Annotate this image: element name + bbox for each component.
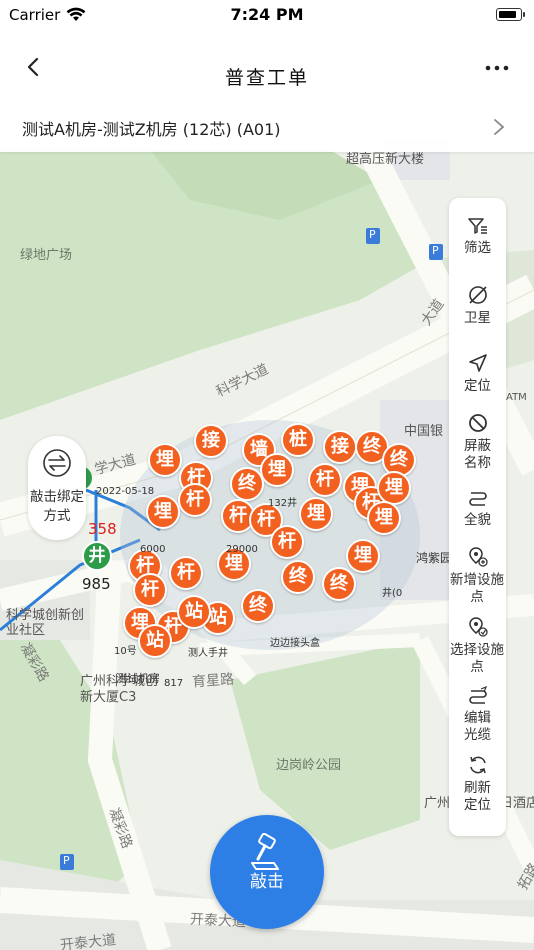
- more-icon[interactable]: [484, 58, 510, 78]
- facility-marker[interactable]: 埋: [148, 443, 182, 477]
- select-pin-icon: [468, 617, 488, 637]
- map-label: 井(0: [382, 588, 403, 599]
- well-marker[interactable]: 井: [82, 541, 112, 571]
- facility-marker[interactable]: 终: [322, 567, 356, 601]
- route-label: 测试A机房-测试Z机房 (12芯) (A01): [22, 120, 281, 139]
- facility-marker[interactable]: 终: [230, 467, 264, 501]
- chevron-right-icon: [494, 119, 505, 135]
- map-label: 边边接头盒: [270, 638, 320, 649]
- facility-marker[interactable]: 接: [194, 424, 228, 458]
- facility-marker[interactable]: 杆: [169, 556, 203, 590]
- tool-label: 刷新定位: [464, 780, 491, 813]
- page-title: 普查工单: [224, 67, 309, 89]
- map-label: 科学城创新创业社区: [6, 608, 85, 638]
- tool-select-facility[interactable]: 选择设施点: [449, 616, 506, 676]
- filter-icon: [467, 218, 487, 234]
- tool-label: 卫星: [464, 310, 491, 326]
- tool-locate[interactable]: 定位: [449, 352, 506, 395]
- facility-marker[interactable]: 终: [241, 589, 275, 623]
- map-toolbar: 筛选 卫星 定位 屏蔽名称 全貌 新增设施点 选择设施点 编辑光缆 刷新定位: [449, 198, 506, 836]
- satellite-icon: [468, 286, 487, 304]
- map-label: 边岗岭公园: [276, 758, 342, 773]
- tool-refresh-location[interactable]: 刷新定位: [449, 754, 506, 814]
- tool-label: 全貌: [464, 512, 491, 528]
- facility-marker[interactable]: 杆: [133, 573, 167, 607]
- block-icon: [468, 414, 487, 432]
- bind-mode-label: 敲击绑定方式: [30, 489, 84, 524]
- facility-marker[interactable]: 接: [323, 430, 357, 464]
- map-label: 2022-05-18: [96, 486, 155, 497]
- nav-bar: 普查工单: [0, 30, 534, 102]
- swap-icon: [43, 449, 71, 477]
- map-label: 817: [164, 678, 184, 689]
- facility-marker[interactable]: 杆: [308, 463, 342, 497]
- strike-button[interactable]: 敲击: [210, 815, 324, 929]
- tool-label: 屏蔽名称: [464, 438, 491, 471]
- tool-label: 定位: [464, 378, 491, 394]
- distance-label: 985: [82, 575, 111, 593]
- facility-marker[interactable]: 埋: [260, 453, 294, 487]
- facility-marker[interactable]: 站: [177, 595, 211, 629]
- tool-satellite[interactable]: 卫星: [449, 284, 506, 327]
- facility-marker[interactable]: 埋: [346, 539, 380, 573]
- tool-mask-names[interactable]: 屏蔽名称: [449, 412, 506, 472]
- tool-label: 编辑光缆: [464, 710, 491, 743]
- facility-marker[interactable]: 埋: [146, 495, 180, 529]
- map-label: 绿地广场: [20, 248, 73, 263]
- tool-add-facility[interactable]: 新增设施点: [449, 546, 506, 606]
- parking-icon: P: [432, 244, 439, 257]
- facility-marker[interactable]: 站: [138, 624, 172, 658]
- map-label: 6000: [140, 544, 166, 555]
- map-label: 育星路: [191, 671, 235, 691]
- battery-icon: [496, 8, 525, 21]
- tool-label: 选择设施点: [450, 642, 504, 675]
- map-label: 10号: [114, 646, 137, 657]
- tool-label: 新增设施点: [450, 572, 504, 605]
- map-label: 广州: [424, 796, 451, 811]
- map-label: 中国银: [404, 424, 444, 439]
- tool-edit-cable[interactable]: 编辑光缆: [449, 686, 506, 744]
- refresh-icon: [469, 756, 486, 774]
- distance-label: 358: [88, 520, 117, 538]
- parking-icon: P: [369, 228, 376, 241]
- map-label: 132井: [268, 498, 298, 509]
- bind-mode-button[interactable]: 敲击绑定方式: [28, 436, 86, 540]
- tool-overview[interactable]: 全貌: [449, 488, 506, 529]
- route-icon: [468, 492, 487, 506]
- facility-marker[interactable]: 埋: [367, 501, 401, 535]
- facility-marker[interactable]: 埋: [299, 497, 333, 531]
- clock: 7:24 PM: [230, 5, 304, 24]
- map-label: 测试机房: [116, 672, 160, 685]
- route-selector[interactable]: 测试A机房-测试Z机房 (12芯) (A01): [0, 102, 534, 152]
- locate-icon: [468, 354, 487, 372]
- tool-filter[interactable]: 筛选: [449, 216, 506, 257]
- add-pin-icon: [468, 547, 488, 567]
- strike-label: 敲击: [250, 872, 284, 892]
- cable-icon: [468, 686, 487, 704]
- map-label: 测人手井: [188, 648, 228, 659]
- facility-marker[interactable]: 埋: [377, 471, 411, 505]
- facility-marker[interactable]: 终: [281, 560, 315, 594]
- tool-label: 筛选: [464, 240, 491, 256]
- parking-icon: P: [63, 854, 70, 867]
- facility-marker[interactable]: 杆: [270, 525, 304, 559]
- status-bar: Carrier 7:24 PM: [0, 0, 534, 30]
- facility-marker[interactable]: 杆: [178, 483, 212, 517]
- map-label: 29000: [226, 544, 258, 555]
- map-label: 鸿紫园: [416, 551, 453, 565]
- facility-marker[interactable]: 桩: [281, 423, 315, 457]
- map-label: ATM: [506, 392, 527, 403]
